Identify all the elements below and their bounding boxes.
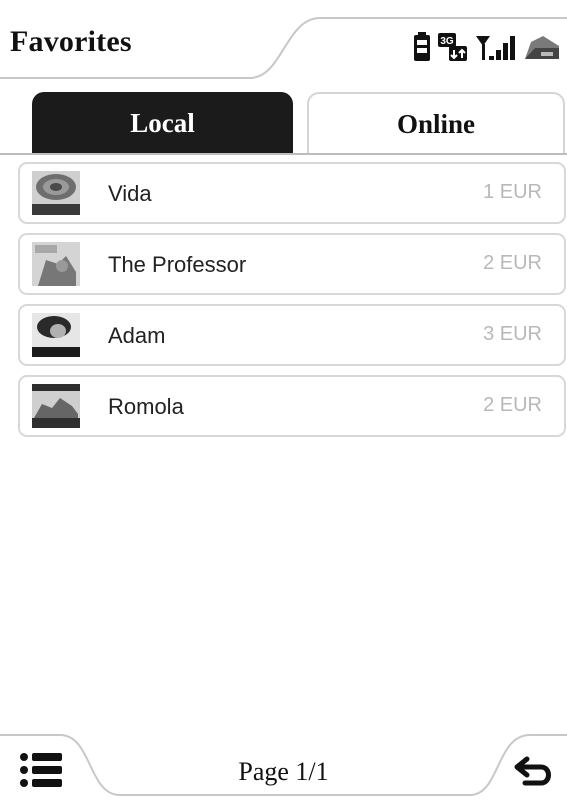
svg-text:3G: 3G [440,36,454,47]
page-indicator: Page 1/1 [238,757,329,786]
tab-local[interactable]: Local [32,92,293,154]
album-cover-romola [32,384,80,428]
item-price: 2 EUR [483,252,542,274]
item-price: 3 EUR [483,323,542,345]
list-item[interactable]: Romola 2 EUR [18,375,566,437]
bottom-bar: Page 1/1 [0,733,567,801]
album-cover-vida [32,171,80,215]
signal-strength-icon [476,36,515,60]
status-bar: 3G [413,30,561,64]
item-title: Romola [108,394,184,419]
item-title: Vida [108,181,152,206]
page-title: Favorites [10,25,132,58]
album-cover-adam [32,313,80,357]
back-arrow-icon[interactable] [513,749,557,793]
folder-icon [525,36,559,59]
item-title: Adam [108,323,166,348]
tab-online-label: Online [396,108,476,139]
album-cover-professor [32,242,80,286]
item-title: The Professor [108,252,247,277]
tab-local-label: Local [130,107,195,138]
tab-online[interactable]: Online [307,92,565,154]
list-item[interactable]: The Professor 2 EUR [18,233,566,295]
tab-divider [0,153,567,155]
item-price: 1 EUR [483,181,542,203]
top-bar: Favorites 3G [0,0,567,80]
battery-icon [414,32,430,61]
item-price: 2 EUR [483,394,542,416]
list-item[interactable]: Vida 1 EUR [18,162,566,224]
favorites-list: Vida 1 EUR The Professor 2 EUR Adam 3 EU… [18,162,566,446]
list-item[interactable]: Adam 3 EUR [18,304,566,366]
3g-data-icon: 3G [438,33,467,61]
